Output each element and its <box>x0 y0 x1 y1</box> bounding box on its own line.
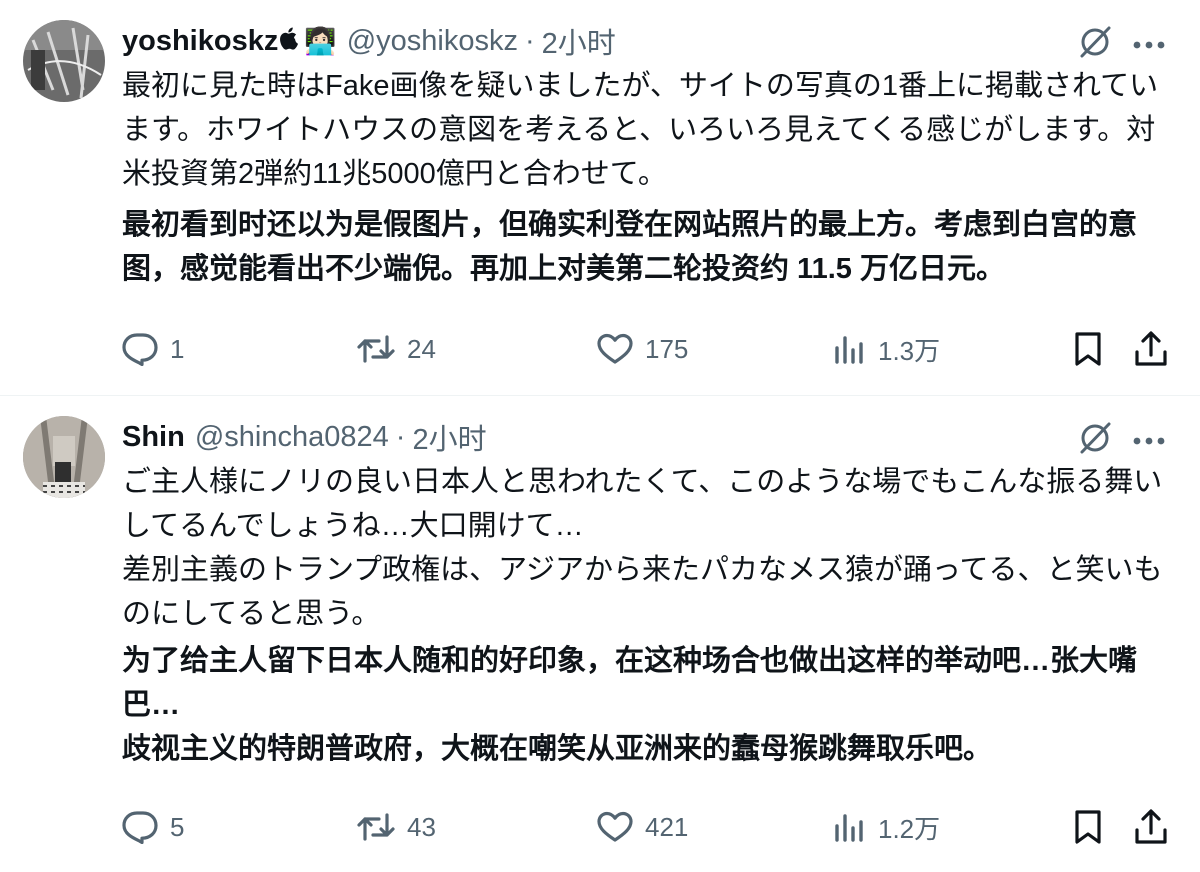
text-paragraph: 最初看到时还以为是假图片，但确实利登在网站照片的最上方。考虑到白宫的意图，感觉能… <box>122 209 1138 285</box>
tweet[interactable]: yoshikoskz 👩🏻‍💻 @yoshikoskz · 2小时 最初に見た時… <box>0 0 1200 395</box>
reply-button[interactable]: 1 <box>122 327 184 371</box>
bookmark-button[interactable] <box>1073 327 1103 371</box>
more-icon[interactable] <box>1132 433 1166 451</box>
reply-count: 1 <box>170 333 185 364</box>
reply-icon <box>122 332 158 366</box>
views-icon <box>834 334 866 364</box>
text-paragraph: 为了给主人留下日本人随和的好印象，在这种场合也做出这样的举动吧…张大嘴巴… <box>122 645 1138 721</box>
handle[interactable]: @shincha0824 <box>195 421 389 454</box>
separator: · <box>395 420 406 453</box>
tweet-text-translated: 为了给主人留下日本人随和的好印象，在这种场合也做出这样的举动吧…张大嘴巴… 歧视… <box>122 639 1167 771</box>
share-icon <box>1134 331 1168 367</box>
share-button[interactable] <box>1134 327 1168 371</box>
handle[interactable]: @yoshikoskz <box>347 25 518 58</box>
tweet-text-original: 最初に見た時はFake画像を疑いましたが、サイトの写真の1番上に掲載されています… <box>122 64 1167 196</box>
reply-button[interactable]: 5 <box>122 805 184 849</box>
text-paragraph: ご主人様にノリの良い日本人と思われたくて、このような場でもこんな振る舞いしてるん… <box>122 466 1163 542</box>
bookmark-icon <box>1073 331 1103 367</box>
views-button[interactable]: 1.2万 <box>834 805 940 849</box>
retweet-button[interactable]: 24 <box>357 327 436 371</box>
retweet-count: 24 <box>407 333 436 364</box>
display-name[interactable]: yoshikoskz <box>122 25 278 58</box>
more-icon[interactable] <box>1132 37 1166 55</box>
action-bar: 5 43 421 1.2万 <box>0 805 1200 849</box>
like-icon <box>597 811 633 843</box>
views-count: 1.3万 <box>878 335 941 366</box>
share-icon <box>1134 809 1168 845</box>
avatar[interactable] <box>23 20 105 102</box>
like-button[interactable]: 421 <box>597 805 688 849</box>
retweet-count: 43 <box>407 811 436 842</box>
tweet[interactable]: Shin @shincha0824 · 2小时 ご主人様にノリの良い日本人と思わ… <box>0 396 1200 872</box>
text-paragraph: 歧视主义的特朗普政府，大概在嘲笑从亚洲来的蠢母猴跳舞取乐吧。 <box>122 733 993 765</box>
timestamp[interactable]: 2小时 <box>412 416 486 458</box>
retweet-button[interactable]: 43 <box>357 805 436 849</box>
like-icon <box>597 333 633 365</box>
tweet-text-translated: 最初看到时还以为是假图片，但确实利登在网站照片的最上方。考虑到白宫的意图，感觉能… <box>122 203 1167 291</box>
tweet-text-original: ご主人様にノリの良い日本人と思われたくて、このような場でもこんな振る舞いしてるん… <box>122 460 1167 636</box>
action-bar: 1 24 175 1.3万 <box>0 327 1200 371</box>
views-icon <box>834 812 866 842</box>
display-name[interactable]: Shin <box>122 421 185 454</box>
text-paragraph: 最初に見た時はFake画像を疑いましたが、サイトの写真の1番上に掲載されています… <box>122 70 1159 190</box>
technologist-emoji-icon: 👩🏻‍💻 <box>304 25 337 56</box>
reply-icon <box>122 810 158 844</box>
avatar[interactable] <box>23 416 105 498</box>
timestamp[interactable]: 2小时 <box>542 20 616 62</box>
grok-translate-icon[interactable] <box>1078 421 1112 460</box>
share-button[interactable] <box>1134 805 1168 849</box>
apple-icon <box>280 25 300 58</box>
tweet-header: yoshikoskz 👩🏻‍💻 @yoshikoskz · 2小时 <box>122 21 616 61</box>
retweet-icon <box>357 812 395 842</box>
like-count: 421 <box>645 811 689 842</box>
like-button[interactable]: 175 <box>597 327 688 371</box>
grok-translate-icon[interactable] <box>1078 25 1112 64</box>
retweet-icon <box>357 334 395 364</box>
bookmark-icon <box>1073 809 1103 845</box>
bookmark-button[interactable] <box>1073 805 1103 849</box>
text-paragraph: 差別主義のトランプ政権は、アジアから来たパカなメス猿が踊ってる、と笑いものにして… <box>122 554 1163 630</box>
tweet-header: Shin @shincha0824 · 2小时 <box>122 417 487 457</box>
views-count: 1.2万 <box>878 813 941 844</box>
separator: · <box>525 24 535 57</box>
like-count: 175 <box>645 333 689 364</box>
reply-count: 5 <box>170 811 185 842</box>
views-button[interactable]: 1.3万 <box>834 327 940 371</box>
